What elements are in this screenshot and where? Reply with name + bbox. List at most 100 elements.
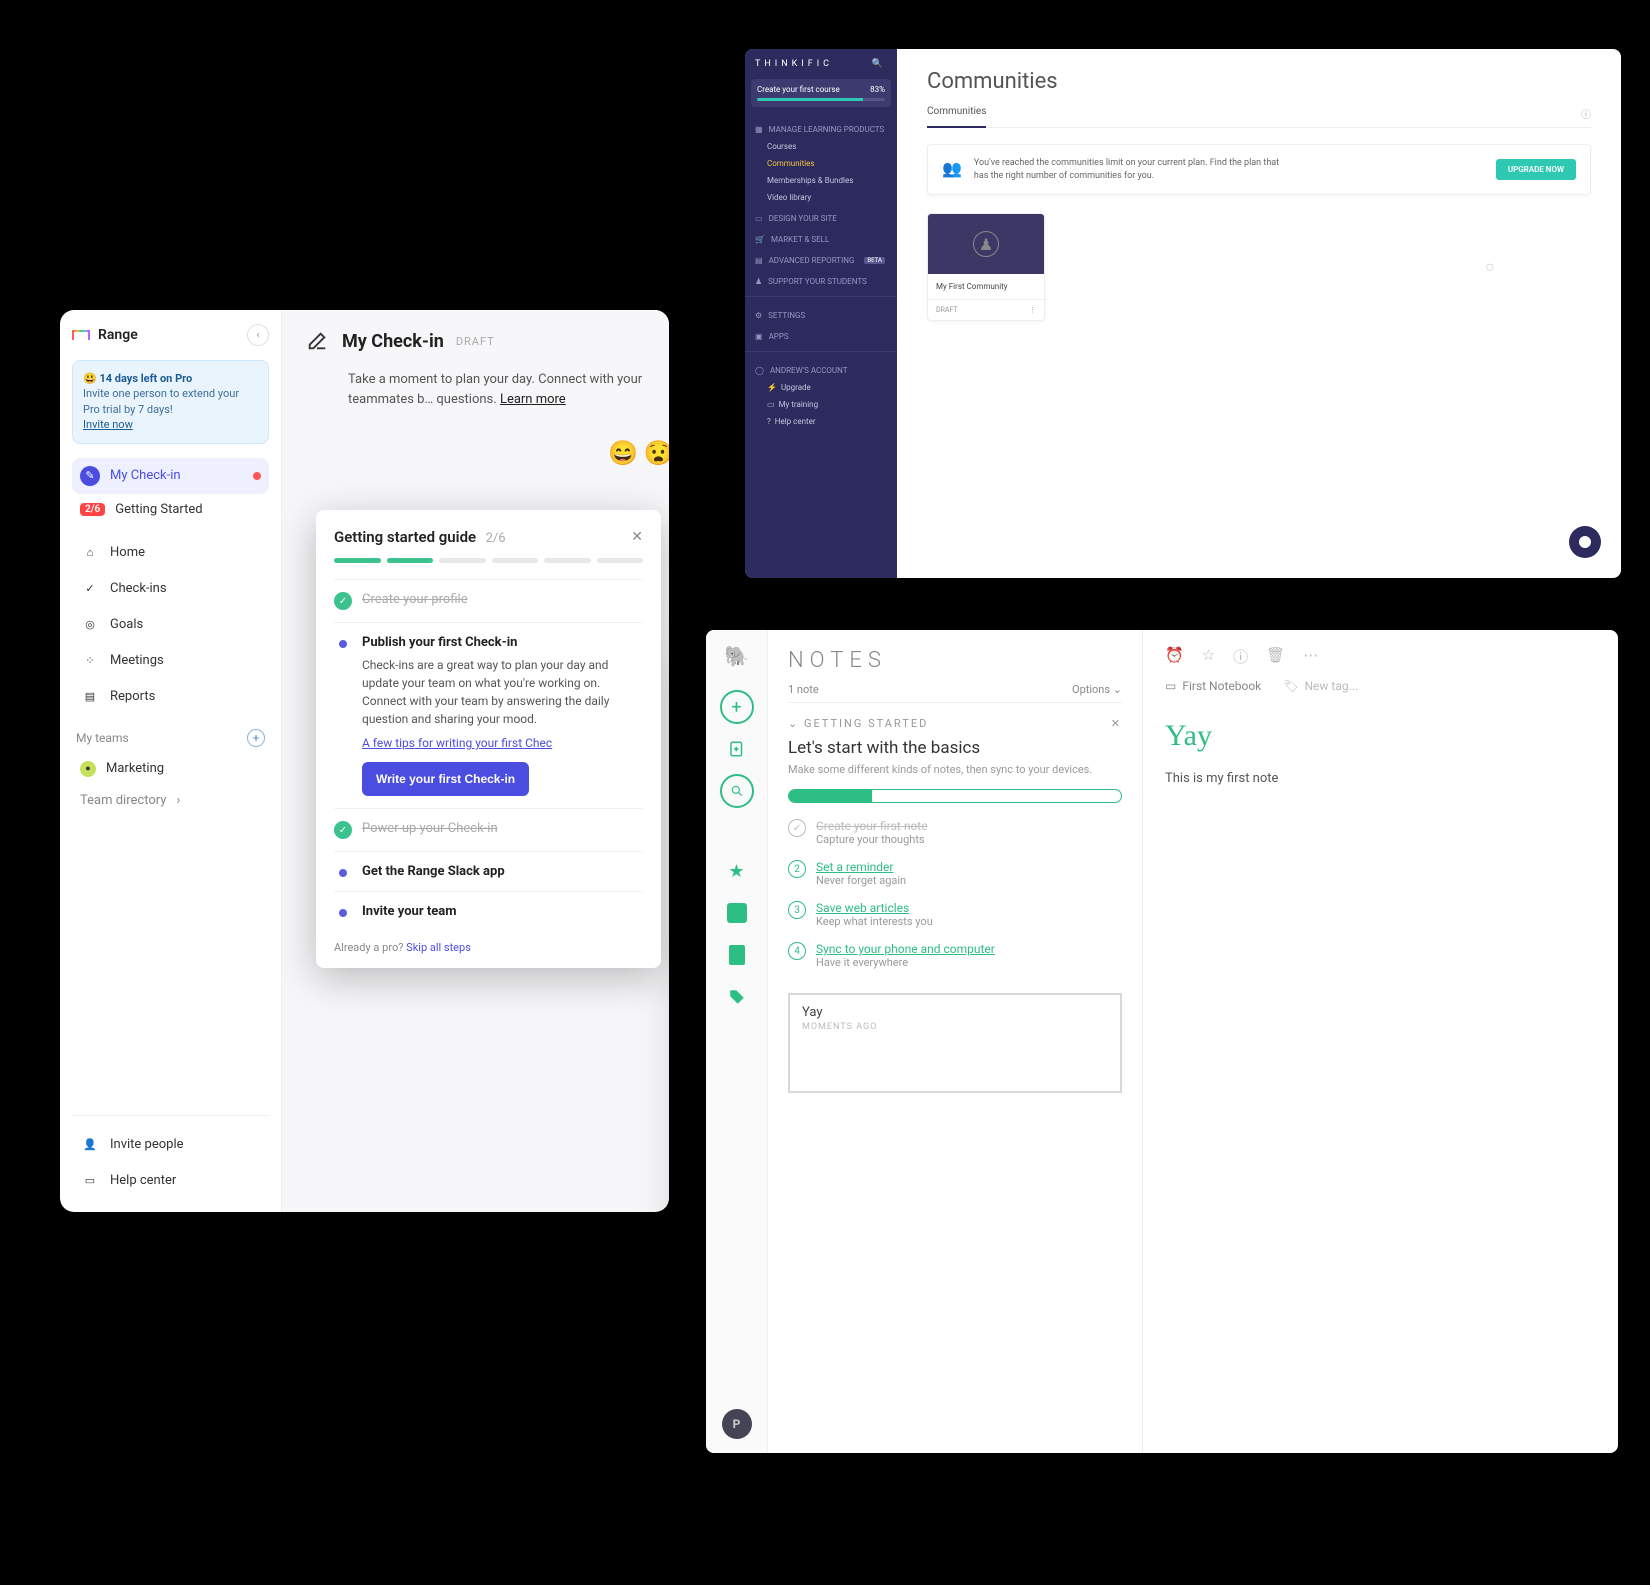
draft-badge: DRAFT (456, 335, 495, 348)
section-settings[interactable]: ⚙ SETTINGS (745, 303, 897, 324)
search-icon[interactable] (720, 774, 754, 808)
range-sidebar: Range ‹ 😃 14 days left on Pro Invite one… (60, 310, 282, 1212)
user-icon: ◯ (755, 366, 764, 375)
nav-getting-started[interactable]: 2/6 Getting Started (72, 494, 269, 525)
gs-task[interactable]: 3Save web articlesKeep what interests yo… (788, 901, 1122, 928)
help-fab[interactable] (1569, 526, 1601, 558)
note-card[interactable]: Yay MOMENTS AGO (788, 993, 1122, 1093)
checkin-title: My Check-in (342, 331, 444, 352)
nav-goals[interactable]: ◎ Goals (72, 607, 269, 643)
range-logo-icon (72, 330, 90, 340)
progress-segments (334, 558, 643, 563)
getting-started-popover: Getting started guide 2/6 ✕ ✓ Create you… (316, 510, 661, 968)
new-note-button[interactable]: + (720, 690, 754, 724)
close-icon[interactable]: ✕ (1111, 717, 1122, 730)
user-avatar[interactable]: P (722, 1409, 752, 1439)
gs-task[interactable]: ✓Create your first noteCapture your thou… (788, 819, 1122, 846)
info-icon[interactable]: ⓘ (1581, 106, 1591, 127)
team-directory-link[interactable]: Team directory › (72, 785, 269, 816)
section-design[interactable]: ▭ DESIGN YOUR SITE (745, 206, 897, 227)
section-reporting[interactable]: ▤ ADVANCED REPORTING BETA (745, 248, 897, 269)
note-title[interactable]: Yay (1165, 719, 1596, 753)
tags-icon[interactable] (720, 980, 754, 1014)
mood-happy-icon[interactable]: 😄 (608, 439, 638, 467)
progress-badge: 2/6 (80, 503, 105, 516)
task-step-icon: 4 (788, 942, 806, 960)
gs-task[interactable]: 4Sync to your phone and computerHave it … (788, 942, 1122, 969)
step-power-up[interactable]: ✓ Power up your Check-in (334, 821, 643, 839)
note-card-title: Yay (802, 1005, 1108, 1020)
more-icon[interactable]: ⋯ (1303, 646, 1318, 667)
help-center[interactable]: ▭ Help center (72, 1162, 269, 1198)
skip-steps-link[interactable]: Skip all steps (406, 941, 471, 954)
search-icon[interactable]: 🔍 (872, 59, 887, 69)
popover-footer: Already a pro? Skip all steps (334, 941, 643, 954)
shortcut-icon[interactable]: ☆ (1202, 646, 1215, 667)
mood-shocked-icon[interactable]: 😧 (644, 439, 669, 467)
team-color-dot-icon: ● (80, 761, 96, 777)
close-icon[interactable]: ✕ (631, 529, 643, 545)
section-market[interactable]: 🛒 MARKET & SELL (745, 227, 897, 248)
nav-training[interactable]: ▭My training (745, 396, 897, 413)
upgrade-button[interactable]: UPGRADE NOW (1496, 159, 1576, 180)
section-account[interactable]: ◯ ANDREW'S ACCOUNT (745, 358, 897, 379)
new-tag-input[interactable]: 🏷 New tag... (1283, 679, 1358, 693)
tips-link[interactable]: A few tips for writing your first Chec (362, 736, 643, 750)
gs-task[interactable]: 2Set a reminderNever forget again (788, 860, 1122, 887)
new-notebook-icon[interactable] (720, 732, 754, 766)
nav-memberships[interactable]: Memberships & Bundles (745, 172, 897, 189)
options-dropdown[interactable]: Options ⌄ (1072, 683, 1122, 696)
nav-communities[interactable]: Communities (745, 155, 897, 172)
step-slack-app[interactable]: Get the Range Slack app (334, 864, 643, 879)
document-icon: ▤ (80, 687, 100, 707)
promo-body: Invite one person to extend your Pro tri… (83, 387, 239, 415)
bullet-icon (339, 909, 347, 917)
nav-upgrade[interactable]: ⚡Upgrade (745, 379, 897, 396)
nav-meetings[interactable]: ⁘ Meetings (72, 643, 269, 679)
section-manage[interactable]: ▦ MANAGE LEARNING PRODUCTS (745, 117, 897, 138)
notebook-selector[interactable]: ▭ First Notebook (1165, 679, 1261, 693)
nav-video[interactable]: Video library (745, 189, 897, 206)
nav-help[interactable]: ?Help center (745, 413, 897, 430)
apps-icon: ▣ (755, 332, 763, 341)
step-create-profile[interactable]: ✓ Create your profile (334, 592, 643, 610)
invite-now-link[interactable]: Invite now (83, 418, 133, 431)
popover-title: Getting started guide (334, 528, 476, 546)
users-icon: ♟ (755, 277, 762, 286)
task-sub: Keep what interests you (816, 915, 933, 928)
nav-home[interactable]: ⌂ Home (72, 535, 269, 571)
nav-checkins[interactable]: ✓ Check-ins (72, 571, 269, 607)
trash-icon[interactable]: 🗑 (1266, 646, 1285, 667)
team-marketing[interactable]: ● Marketing (72, 753, 269, 785)
step-invite-team[interactable]: Invite your team (334, 904, 643, 919)
notebooks-icon[interactable] (720, 938, 754, 972)
community-card[interactable]: ♟ My First Community DRAFT ⋮ (927, 213, 1045, 321)
notes-icon[interactable] (720, 896, 754, 930)
note-toolbar: ⏰ ☆ ⓘ 🗑 ⋯ (1165, 646, 1596, 667)
nav-my-checkin[interactable]: ✎ My Check-in (72, 458, 269, 494)
note-body[interactable]: This is my first note (1165, 771, 1596, 786)
reminder-icon[interactable]: ⏰ (1165, 646, 1184, 667)
tab-communities[interactable]: Communities (927, 106, 986, 128)
invite-people[interactable]: 👤 Invite people (72, 1126, 269, 1162)
nav-reports[interactable]: ▤ Reports (72, 679, 269, 715)
write-checkin-button[interactable]: Write your first Check-in (362, 762, 529, 796)
kebab-icon[interactable]: ⋮ (1029, 306, 1036, 314)
nav-courses[interactable]: Courses (745, 138, 897, 155)
onboarding-progress[interactable]: Create your first course 83% (751, 79, 891, 107)
collapse-sidebar-button[interactable]: ‹ (247, 324, 269, 346)
gs-subtitle: Make some different kinds of notes, then… (788, 762, 1122, 777)
home-icon: ⌂ (80, 543, 100, 563)
thinkific-sidebar: THINKIFIC 🔍 Create your first course 83%… (745, 49, 897, 578)
thinkific-main: Communities Communities ⓘ 👥 You've reach… (897, 49, 1621, 578)
evernote-rail: 🐘 + ★ P (706, 630, 768, 1453)
notes-heading: NOTES (788, 648, 1122, 673)
task-title: Save web articles (816, 901, 933, 915)
getting-started-toggle[interactable]: ⌄ GETTING STARTED (788, 717, 928, 730)
add-team-button[interactable]: + (247, 729, 265, 747)
section-support[interactable]: ♟ SUPPORT YOUR STUDENTS (745, 269, 897, 290)
info-icon[interactable]: ⓘ (1233, 646, 1248, 667)
section-apps[interactable]: ▣ APPS (745, 324, 897, 345)
shortcuts-icon[interactable]: ★ (720, 854, 754, 888)
learn-more-link[interactable]: Learn more (500, 392, 566, 407)
